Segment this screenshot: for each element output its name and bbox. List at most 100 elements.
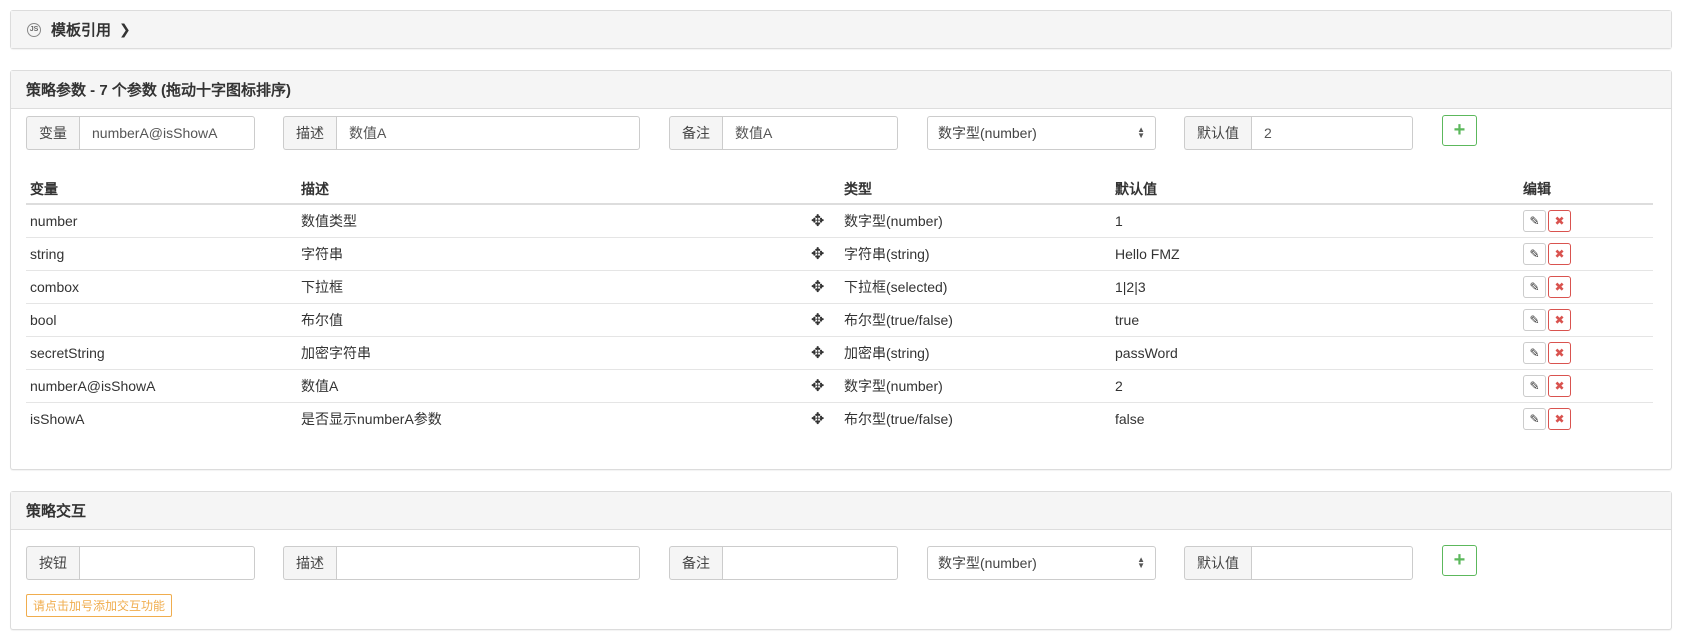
pencil-icon: ✎ — [1529, 378, 1540, 393]
move-icon[interactable]: ✥ — [811, 244, 824, 264]
default-input[interactable]: 2 — [1251, 116, 1413, 150]
row-type-cell: ✥ 数字型(number) — [811, 204, 1111, 237]
add-param-button[interactable]: + — [1442, 115, 1477, 146]
delete-button[interactable]: ✖ — [1548, 275, 1571, 298]
row-type-cell: ✥ 布尔型(true/false) — [811, 302, 1111, 336]
row-edit-cell: ✎ ✖ — [1519, 368, 1653, 402]
strategy-interact-panel: 策略交互 按钮 描述 备注 数字型(number) ▲ ▼ 默认值 + 请点击加号… — [10, 491, 1672, 630]
interact-desc-input[interactable] — [336, 546, 640, 580]
desc-label: 描述 — [283, 116, 336, 150]
edit-button[interactable]: ✎ — [1523, 308, 1546, 331]
col-edit: 编辑 — [1519, 174, 1653, 205]
row-desc: 是否显示numberA参数 — [297, 401, 840, 435]
row-edit-cell: ✎ ✖ — [1519, 401, 1653, 435]
delete-icon: ✖ — [1554, 246, 1565, 261]
row-var: isShowA — [26, 401, 297, 435]
template-ref-header[interactable]: JS 模板引用 ❯ — [11, 11, 1671, 48]
note-input-group: 备注 数值A — [669, 116, 898, 150]
row-desc: 布尔值 — [297, 302, 840, 336]
row-edit-cell: ✎ ✖ — [1519, 236, 1653, 270]
params-title: 策略参数 - 7 个参数 (拖动十字图标排序) — [26, 82, 291, 99]
delete-icon: ✖ — [1554, 213, 1565, 228]
row-default: Hello FMZ — [1111, 236, 1519, 270]
note-input[interactable]: 数值A — [722, 116, 898, 150]
row-var: bool — [26, 302, 297, 336]
row-edit-cell: ✎ ✖ — [1519, 335, 1653, 369]
row-type-cell: ✥ 字符串(string) — [811, 236, 1111, 270]
type-select-value: 数字型(number) — [938, 125, 1037, 141]
interact-desc-label: 描述 — [283, 546, 336, 580]
row-desc: 字符串 — [297, 236, 840, 270]
move-icon[interactable]: ✥ — [811, 211, 824, 231]
row-var: string — [26, 236, 297, 270]
js-icon: JS — [27, 22, 41, 37]
table-row: number 数值类型 ✥ 数字型(number) 1 ✎ ✖ — [26, 204, 1653, 237]
row-default: 1|2|3 — [1111, 269, 1519, 303]
pencil-icon: ✎ — [1529, 312, 1540, 327]
edit-button[interactable]: ✎ — [1523, 242, 1546, 265]
add-interact-button[interactable]: + — [1442, 545, 1477, 576]
table-row: bool 布尔值 ✥ 布尔型(true/false) true ✎ ✖ — [26, 302, 1653, 336]
interact-note-input-group: 备注 — [669, 546, 898, 580]
interact-type-select[interactable]: 数字型(number) ▲ ▼ — [927, 546, 1156, 580]
interact-default-input-group: 默认值 — [1184, 546, 1413, 580]
interact-hint-badge: 请点击加号添加交互功能 — [26, 594, 173, 617]
table-row: secretString 加密字符串 ✥ 加密串(string) passWord ✎ ✖ — [26, 335, 1653, 369]
row-default: 2 — [1111, 368, 1519, 402]
chevron-right-icon[interactable]: ❯ — [119, 21, 131, 38]
delete-icon: ✖ — [1554, 279, 1565, 294]
interact-header: 策略交互 — [11, 492, 1671, 530]
edit-button[interactable]: ✎ — [1523, 407, 1546, 430]
interact-default-label: 默认值 — [1184, 546, 1251, 580]
move-icon[interactable]: ✥ — [811, 277, 824, 297]
edit-button[interactable]: ✎ — [1523, 275, 1546, 298]
row-edit-cell: ✎ ✖ — [1519, 302, 1653, 336]
row-type: 加密串(string) — [844, 344, 930, 361]
delete-button[interactable]: ✖ — [1548, 407, 1571, 430]
params-form: 变量 numberA@isShowA 描述 数值A 备注 数值A 数字型(num… — [26, 115, 1486, 150]
col-type: 类型 — [840, 174, 1111, 205]
type-select[interactable]: 数字型(number) ▲ ▼ — [927, 116, 1156, 150]
select-arrows-icon: ▲ ▼ — [1137, 125, 1145, 140]
edit-button[interactable]: ✎ — [1523, 209, 1546, 232]
col-desc: 描述 — [297, 174, 840, 205]
delete-button[interactable]: ✖ — [1548, 209, 1571, 232]
row-edit-cell: ✎ ✖ — [1519, 204, 1653, 237]
delete-button[interactable]: ✖ — [1548, 374, 1571, 397]
delete-icon: ✖ — [1554, 378, 1565, 393]
edit-button[interactable]: ✎ — [1523, 341, 1546, 364]
row-var: numberA@isShowA — [26, 368, 297, 402]
interact-note-label: 备注 — [669, 546, 722, 580]
row-edit-cell: ✎ ✖ — [1519, 269, 1653, 303]
delete-button[interactable]: ✖ — [1548, 341, 1571, 364]
table-row: string 字符串 ✥ 字符串(string) Hello FMZ ✎ ✖ — [26, 236, 1653, 270]
params-header: 策略参数 - 7 个参数 (拖动十字图标排序) — [11, 71, 1671, 109]
row-type: 字符串(string) — [844, 245, 930, 262]
edit-button[interactable]: ✎ — [1523, 374, 1546, 397]
move-icon[interactable]: ✥ — [811, 310, 824, 330]
var-input[interactable]: numberA@isShowA — [79, 116, 255, 150]
button-label: 按钮 — [26, 546, 79, 580]
row-type: 布尔型(true/false) — [844, 410, 953, 427]
pencil-icon: ✎ — [1529, 246, 1540, 261]
row-type: 数字型(number) — [844, 377, 943, 394]
strategy-params-panel: 策略参数 - 7 个参数 (拖动十字图标排序) 变量 numberA@isSho… — [10, 70, 1672, 470]
move-icon[interactable]: ✥ — [811, 376, 824, 396]
interact-note-input[interactable] — [722, 546, 898, 580]
move-icon[interactable]: ✥ — [811, 409, 824, 429]
row-default: passWord — [1111, 335, 1519, 369]
row-type-cell: ✥ 加密串(string) — [811, 335, 1111, 369]
table-row: numberA@isShowA 数值A ✥ 数字型(number) 2 ✎ ✖ — [26, 368, 1653, 402]
move-icon[interactable]: ✥ — [811, 343, 824, 363]
pencil-icon: ✎ — [1529, 411, 1540, 426]
interact-default-input[interactable] — [1251, 546, 1413, 580]
delete-button[interactable]: ✖ — [1548, 308, 1571, 331]
template-ref-panel: JS 模板引用 ❯ — [10, 10, 1672, 49]
delete-icon: ✖ — [1554, 312, 1565, 327]
button-input[interactable] — [79, 546, 255, 580]
desc-input[interactable]: 数值A — [336, 116, 640, 150]
delete-icon: ✖ — [1554, 345, 1565, 360]
delete-icon: ✖ — [1554, 411, 1565, 426]
row-type-cell: ✥ 下拉框(selected) — [811, 269, 1111, 303]
delete-button[interactable]: ✖ — [1548, 242, 1571, 265]
